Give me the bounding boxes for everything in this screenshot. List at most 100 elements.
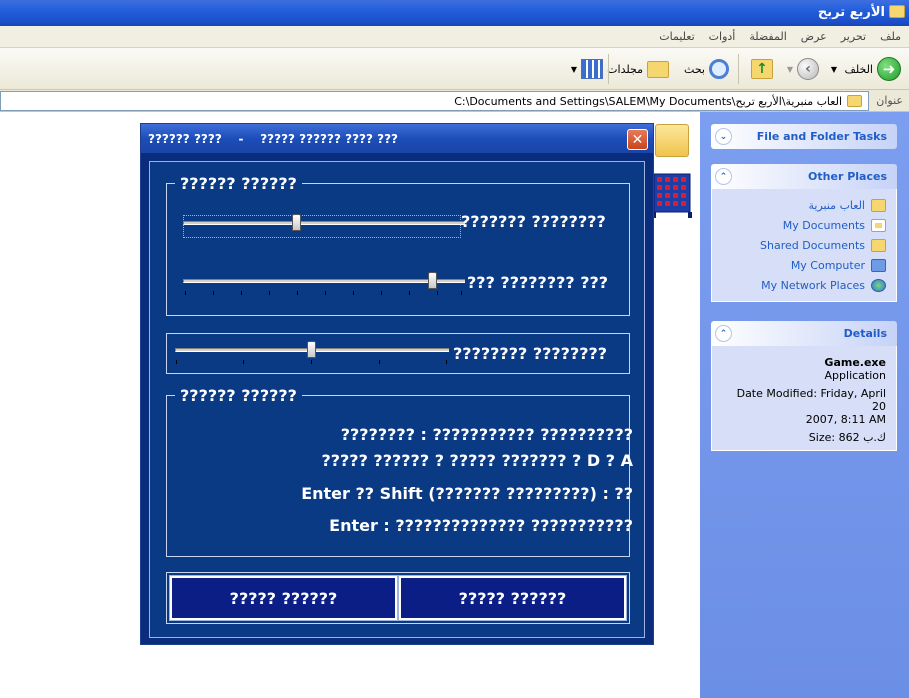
toolbar-separator — [608, 54, 609, 84]
back-dropdown[interactable]: ▼ — [831, 56, 837, 82]
place-link[interactable]: My Documents — [720, 215, 886, 235]
search-button-label: بحث — [684, 62, 705, 76]
address-label: عنوان — [876, 94, 903, 107]
slider-ticks — [183, 291, 465, 295]
slider-ticks — [175, 360, 449, 364]
folder-icon[interactable] — [655, 124, 689, 157]
window-title: الأربع تربح — [817, 5, 885, 20]
tick-mark — [461, 291, 462, 295]
views-icon — [581, 59, 603, 79]
toolbar: الخلف ➜ ▼ ▼ ‹ ↑ بحث مجلدات ▼ — [0, 48, 909, 90]
folder-icon — [871, 238, 886, 252]
tick-mark — [243, 360, 244, 364]
window-titlebar[interactable]: الأربع تربح — [0, 0, 909, 26]
tick-mark — [381, 291, 382, 295]
place-label: العاب منبرية — [808, 198, 865, 212]
tick-mark — [269, 291, 270, 295]
toolbar-separator — [738, 54, 739, 84]
chevron-down-icon[interactable]: ⌄ — [715, 128, 732, 145]
tick-mark — [446, 360, 447, 364]
menu-tools[interactable]: أدوات — [709, 30, 736, 43]
file-folder-tasks-header[interactable]: ⌄ File and Folder Tasks — [711, 124, 897, 149]
computer-icon — [871, 258, 886, 272]
forward-button[interactable]: ▼ ‹ — [787, 56, 819, 82]
close-button[interactable]: ✕ — [627, 129, 648, 150]
menu-file[interactable]: ملف — [880, 30, 901, 43]
menu-bar: ملف تحرير عرض المفضلة أدوات تعليمات — [0, 26, 909, 48]
slider-thumb[interactable] — [292, 214, 301, 231]
instruction-line: Enter : ?????????????? ??????????? — [329, 516, 633, 535]
place-label: My Network Places — [761, 278, 865, 292]
group-legend: ?????? ?????? — [175, 386, 302, 405]
other-places-list: العاب منبرية My Documents Shared Documen… — [711, 189, 897, 302]
details-panel: ⌃ Details Game.exe Application Date Modi… — [711, 321, 897, 451]
back-button[interactable]: الخلف ➜ — [844, 56, 901, 82]
place-label: Shared Documents — [760, 238, 865, 252]
panel-title: File and Folder Tasks — [756, 130, 887, 143]
instruction-line: Enter ?? Shift (??????? ?????????) : ?? — [301, 484, 633, 503]
tick-mark — [241, 291, 242, 295]
other-places-panel: ⌃ Other Places العاب منبرية My Documents… — [711, 164, 897, 302]
right-action-button[interactable]: ????? ?????? — [398, 575, 627, 621]
group-box-2: ?????? ?????? ???????? : ??????????? ???… — [166, 386, 633, 557]
dialog-body: ?????? ?????? ??????? ???????? ??? ?????… — [149, 161, 645, 638]
slider-1[interactable] — [183, 214, 465, 238]
slider-2[interactable] — [183, 272, 465, 296]
place-label: My Documents — [782, 218, 865, 232]
forward-dropdown-icon: ▼ — [786, 64, 793, 74]
group-box-1: ?????? ?????? ??????? ???????? ??? ?????… — [166, 174, 630, 316]
place-link[interactable]: My Network Places — [720, 275, 886, 295]
network-icon — [871, 278, 886, 292]
slider-thumb[interactable] — [307, 341, 316, 358]
left-action-button[interactable]: ????? ?????? — [169, 575, 398, 621]
menu-edit[interactable]: تحرير — [841, 30, 866, 43]
details-header[interactable]: ⌃ Details — [711, 321, 897, 346]
views-dropdown-icon: ▼ — [570, 64, 577, 74]
menu-help[interactable]: تعليمات — [659, 30, 694, 43]
address-input[interactable]: C:\Documents and Settings\SALEM\My Docum… — [0, 91, 869, 111]
tick-mark — [437, 291, 438, 295]
group-legend: ?????? ?????? — [175, 174, 302, 193]
slider-thumb[interactable] — [428, 272, 437, 289]
date-modified-line2: 2007, 8:11 AM — [805, 413, 886, 426]
up-folder-icon: ↑ — [751, 59, 773, 79]
place-link[interactable]: العاب منبرية — [720, 195, 886, 215]
slider-track — [183, 279, 465, 283]
folder-icon — [871, 198, 886, 212]
slider-3[interactable] — [175, 341, 449, 365]
tick-mark — [213, 291, 214, 295]
search-button[interactable]: بحث — [684, 56, 729, 82]
tick-mark — [353, 291, 354, 295]
chevron-up-icon[interactable]: ⌃ — [715, 325, 732, 342]
chevron-up-icon[interactable]: ⌃ — [715, 168, 732, 185]
my-documents-icon — [871, 218, 886, 232]
forward-arrow-icon: ‹ — [797, 58, 819, 80]
other-places-header[interactable]: ⌃ Other Places — [711, 164, 897, 189]
folders-button[interactable]: مجلدات — [607, 56, 669, 82]
slider-3-label: ???????? ???????? — [453, 344, 608, 363]
file-name: Game.exe — [824, 356, 886, 369]
slider-2-label: ??? ???????? ??? — [467, 273, 609, 292]
place-link[interactable]: Shared Documents — [720, 235, 886, 255]
views-button[interactable]: ▼ — [571, 56, 603, 82]
search-icon — [709, 59, 729, 79]
up-button[interactable]: ↑ — [751, 56, 773, 82]
game-grid-icon[interactable] — [652, 172, 692, 218]
dialog-titlebar[interactable]: ?????? ???? - ????? ?????? ???? ??? ✕ — [141, 124, 653, 153]
folder-icon — [847, 95, 862, 107]
settings-dialog: ?????? ???? - ????? ?????? ???? ??? ✕ ??… — [140, 123, 654, 645]
dropdown-arrow-icon: ▼ — [830, 64, 837, 74]
menu-view[interactable]: عرض — [801, 30, 827, 43]
address-path: C:\Documents and Settings\SALEM\My Docum… — [454, 95, 842, 108]
tick-mark — [379, 360, 380, 364]
panel-title: Details — [843, 327, 887, 340]
folder-icon — [889, 5, 905, 18]
menu-favorites[interactable]: المفضلة — [749, 30, 786, 43]
details-body: Game.exe Application Date Modified: Frid… — [711, 346, 897, 451]
back-arrow-icon: ➜ — [877, 57, 901, 81]
folders-icon — [647, 60, 669, 78]
tick-mark — [325, 291, 326, 295]
place-link[interactable]: My Computer — [720, 255, 886, 275]
dialog-title: ?????? ???? - ????? ?????? ???? ??? — [148, 132, 399, 146]
close-icon: ✕ — [631, 131, 644, 148]
